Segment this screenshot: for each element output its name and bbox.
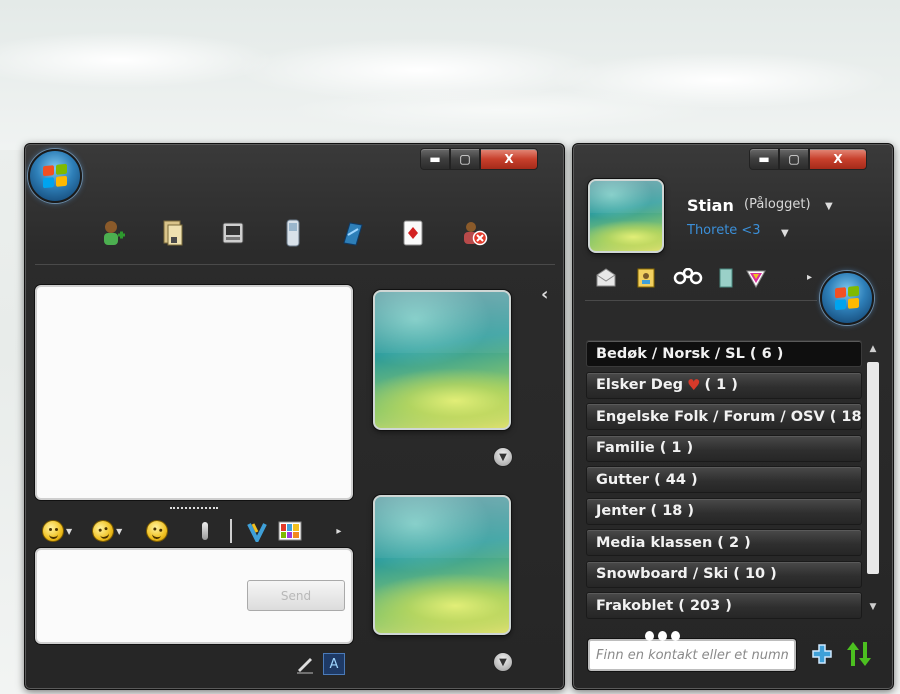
nudge-icon[interactable] — [144, 517, 171, 545]
contact-list-scrollbar[interactable]: ▲ ▼ — [865, 340, 881, 620]
loading-dots — [645, 631, 680, 641]
toolbar-divider — [35, 264, 555, 265]
group-row[interactable]: Gutter ( 44 ) — [586, 466, 862, 493]
minimize-button[interactable]: ▬ — [749, 148, 779, 170]
group-row[interactable]: Jenter ( 18 ) — [586, 497, 862, 525]
voice-clip-icon[interactable] — [202, 522, 209, 540]
minimize-button[interactable]: ▬ — [420, 148, 450, 170]
user-picture-menu-icon[interactable]: ▼ — [493, 652, 513, 672]
add-contact-icon[interactable] — [99, 218, 127, 248]
font-icon[interactable] — [246, 520, 268, 542]
phone-icon[interactable] — [279, 218, 307, 248]
video-icon[interactable] — [219, 218, 247, 248]
contact-picture-menu-icon[interactable]: ▼ — [493, 447, 513, 467]
group-row[interactable]: Media klassen ( 2 ) — [586, 529, 862, 556]
group-row[interactable]: Snowboard / Ski ( 10 ) — [586, 560, 862, 588]
close-button[interactable]: X — [809, 148, 867, 170]
maximize-button[interactable]: ▢ — [450, 148, 480, 170]
games-icon[interactable] — [399, 218, 427, 248]
text-mode-icon[interactable]: A — [323, 653, 345, 675]
contact-display-picture[interactable] — [373, 290, 511, 430]
window-controls: ▬ ▢ X — [749, 148, 867, 170]
scroll-up-icon[interactable]: ▲ — [865, 342, 881, 356]
conversation-history[interactable] — [35, 285, 353, 500]
close-button[interactable]: X — [480, 148, 538, 170]
block-icon[interactable] — [461, 218, 489, 248]
maximize-button[interactable]: ▢ — [779, 148, 809, 170]
user-display-picture[interactable] — [373, 495, 511, 635]
chat-window: ▬ ▢ X ‹ ▼ ▼ ▸ Send A ▼ ▼ — [24, 143, 565, 690]
theme-icon[interactable] — [745, 267, 767, 289]
background-icon[interactable] — [278, 521, 302, 541]
more-toolbar-icon[interactable]: ▸ — [807, 272, 812, 283]
wink-dropdown-icon[interactable]: ▼ — [116, 527, 122, 536]
group-row[interactable]: Familie ( 1 ) — [586, 434, 862, 462]
group-row[interactable]: Elsker Deg ♥( 1 ) — [586, 371, 862, 399]
toolbar-separator — [230, 519, 233, 543]
share-icon[interactable] — [673, 268, 703, 288]
contact-groups: Bedøk / Norsk / SL ( 6 ) Elsker Deg ♥( 1 … — [586, 340, 873, 624]
send-button[interactable]: Send — [247, 580, 345, 611]
add-contact-icon[interactable] — [811, 643, 833, 665]
activities-icon[interactable] — [339, 218, 367, 248]
desktop-background — [0, 0, 900, 150]
notes-icon[interactable] — [717, 267, 735, 289]
format-toolbar: ▼ ▼ ▸ — [42, 517, 341, 545]
mail-icon[interactable] — [595, 267, 617, 289]
group-row[interactable]: Frakoblet ( 203 ) — [586, 592, 862, 619]
handwriting-icon[interactable] — [295, 654, 315, 674]
personal-message-dropdown-icon[interactable]: ▼ — [781, 228, 789, 239]
header-divider — [585, 300, 817, 301]
window-controls: ▬ ▢ X — [420, 148, 538, 170]
sort-icon[interactable] — [845, 640, 873, 668]
files-icon[interactable] — [159, 218, 187, 248]
scroll-down-icon[interactable]: ▼ — [865, 600, 881, 614]
search-input[interactable] — [588, 639, 796, 671]
emoticon-icon[interactable] — [42, 520, 64, 542]
user-status[interactable]: (Pålogget) — [744, 197, 811, 212]
resize-grip[interactable] — [170, 507, 218, 509]
user-name[interactable]: Stian — [687, 196, 734, 215]
collapse-arrow-icon[interactable]: ‹ — [541, 284, 548, 305]
contacts-card-icon[interactable] — [635, 267, 657, 289]
contact-list-window: ▬ ▢ X Stian (Pålogget) ▼ Thorete <3 ▼ ▸ … — [572, 143, 894, 690]
wink-icon[interactable] — [89, 517, 117, 545]
group-row[interactable]: Bedøk / Norsk / SL ( 6 ) — [586, 340, 862, 367]
personal-message[interactable]: Thorete <3 — [687, 223, 761, 238]
emoticon-dropdown-icon[interactable]: ▼ — [66, 527, 72, 536]
more-options-icon[interactable]: ▸ — [336, 526, 341, 537]
heart-icon: ♥ — [687, 376, 701, 394]
windows-orb-icon[interactable] — [820, 271, 874, 325]
windows-orb-icon[interactable] — [28, 149, 82, 203]
scroll-thumb[interactable] — [867, 362, 879, 574]
group-row[interactable]: Engelske Folk / Forum / OSV ( 18 ) — [586, 403, 873, 430]
status-dropdown-icon[interactable]: ▼ — [825, 201, 833, 212]
user-avatar[interactable] — [588, 179, 664, 253]
